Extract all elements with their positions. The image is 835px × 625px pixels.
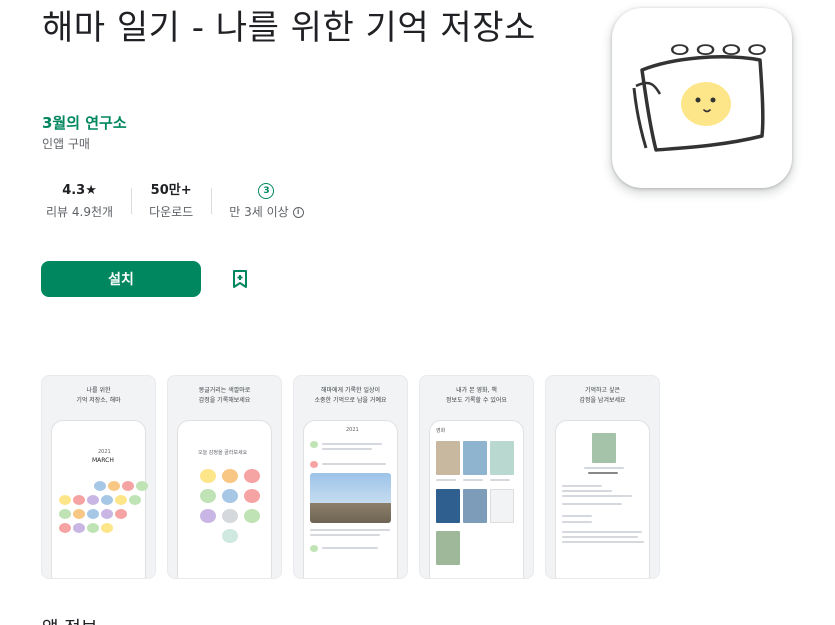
calendar-month: MARCH <box>92 457 114 464</box>
phone-frame: 영화 <box>429 420 524 578</box>
phone-frame: 2021 <box>303 420 398 578</box>
screenshot-caption: 몽글거리는 색깔마로 <box>198 387 251 394</box>
app-icon-art: ᄋᄋᄋᄋ <box>632 40 770 152</box>
rating-stat[interactable]: 4.3★ 리뷰 4.9천개 <box>42 180 131 224</box>
in-app-purchase-label: 인앱 구매 <box>42 137 90 151</box>
phone-frame: 2021 MARCH <box>51 420 148 578</box>
phone-frame: 오늘 감정을 골라보세요 <box>177 420 272 578</box>
screenshot-caption: 감정을 기록해보세요 <box>198 397 251 404</box>
screenshot-3[interactable]: 해마에게 기록한 일상이 소중한 기억으로 남을 거예요 2021 <box>293 375 408 579</box>
wishlist-button[interactable] <box>222 261 258 297</box>
screenshot-caption: 내가 본 영화, 책 <box>456 387 497 394</box>
diary-header: 2021 <box>346 427 359 433</box>
review-poster <box>592 433 616 463</box>
screenshot-caption: 정보도 기록할 수 있어요 <box>446 397 507 404</box>
install-button[interactable]: 설치 <box>41 261 201 297</box>
screenshot-5[interactable]: 기억하고 싶은 감정을 남겨보세요 <box>545 375 660 579</box>
about-app-heading[interactable]: 앱 정보 <box>42 614 97 625</box>
icon-scribble-text: ᄋᄋᄋᄋ <box>667 40 770 73</box>
downloads-stat: 50만+ 다운로드 <box>131 180 211 224</box>
media-header: 영화 <box>436 428 446 434</box>
app-detail-page: 해마 일기 - 나를 위한 기억 저장소 3월의 연구소 인앱 구매 ᄋᄋᄋᄋ … <box>0 0 835 625</box>
bookmark-add-icon <box>233 270 247 288</box>
developer-link[interactable]: 3월의 연구소 <box>42 112 127 133</box>
diary-photo <box>310 473 391 523</box>
age-rating-badge: 3 <box>258 183 275 199</box>
screenshot-2[interactable]: 몽글거리는 색깔마로 감정을 기록해보세요 오늘 감정을 골라보세요 <box>167 375 282 579</box>
calendar-year: 2021 <box>98 449 111 455</box>
app-icon: ᄋᄋᄋᄋ <box>612 8 792 188</box>
phone-frame <box>555 420 650 578</box>
emotion-prompt: 오늘 감정을 골라보세요 <box>198 450 248 456</box>
review-count: 리뷰 4.9천개 <box>46 205 114 219</box>
downloads-label: 다운로드 <box>149 205 194 219</box>
stats-row: 4.3★ 리뷰 4.9천개 50만+ 다운로드 3 만 3세 이상 i <box>42 180 322 224</box>
screenshot-caption: 소중한 기억으로 남을 거예요 <box>314 397 387 404</box>
content-rating-stat: 3 만 3세 이상 i <box>211 180 321 224</box>
info-icon[interactable]: i <box>292 206 304 218</box>
screenshot-4[interactable]: 내가 본 영화, 책 정보도 기록할 수 있어요 영화 <box>419 375 534 579</box>
movie-poster <box>436 441 460 475</box>
age-rating-label: 만 3세 이상 <box>229 205 289 219</box>
downloads-value: 50만+ <box>150 183 192 198</box>
movie-poster <box>463 441 487 475</box>
book-cover <box>436 489 460 523</box>
rating-value: 4.3★ <box>62 183 97 198</box>
screenshot-caption: 나를 위한 <box>86 387 111 394</box>
screenshot-carousel[interactable]: 나를 위한 기억 저장소, 해마 2021 MARCH 몽글거리는 색깔마로 감… <box>41 375 660 579</box>
book-cover <box>463 489 487 523</box>
screenshot-caption: 기억 저장소, 해마 <box>76 397 121 404</box>
book-cover <box>490 489 514 523</box>
screenshot-caption: 감정을 남겨보세요 <box>579 397 626 404</box>
app-title: 해마 일기 - 나를 위한 기억 저장소 <box>42 8 536 48</box>
screenshot-1[interactable]: 나를 위한 기억 저장소, 해마 2021 MARCH <box>41 375 156 579</box>
screenshot-caption: 기억하고 싶은 <box>584 387 621 394</box>
book-cover <box>436 531 460 565</box>
movie-poster <box>490 441 514 475</box>
screenshot-caption: 해마에게 기록한 일상이 <box>320 387 380 394</box>
